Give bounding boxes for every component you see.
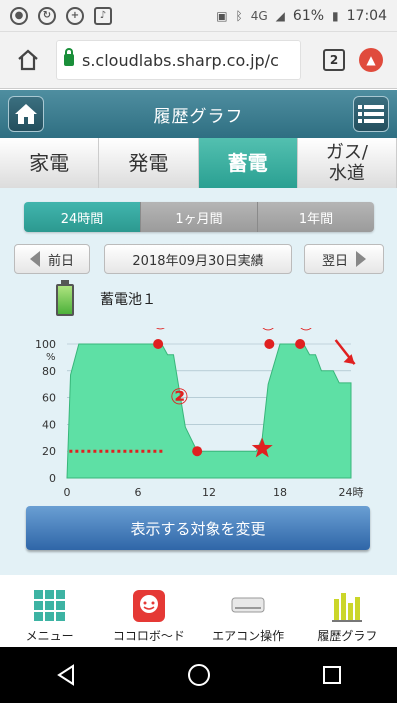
- battery-icon: [56, 280, 74, 316]
- annotation-label: ①: [151, 328, 170, 335]
- y-tick-label: 60: [42, 392, 56, 405]
- nav-aircon[interactable]: エアコン操作: [199, 575, 298, 647]
- annotation-label: ②: [170, 385, 189, 410]
- sync-icon: ↻: [38, 6, 56, 25]
- period-1year[interactable]: 1年間: [258, 202, 374, 232]
- period-selector: 24時間 1ヶ月間 1年間: [24, 202, 374, 232]
- nav-kokoroboard-label: ココロボ～ド: [112, 629, 185, 643]
- grid-menu-icon: [33, 590, 65, 621]
- system-nav-bar: [0, 647, 397, 703]
- system-icons: ▣ ᛒ 4G ◢ 61% ▮ 17:04: [216, 8, 397, 24]
- prev-day-button[interactable]: 前日: [14, 244, 90, 274]
- plus-icon: +: [66, 6, 84, 25]
- home-circle-icon[interactable]: [187, 663, 211, 687]
- y-tick-label: 0: [49, 472, 56, 485]
- x-tick-label: 24時: [339, 486, 364, 498]
- chevron-left-icon: [29, 251, 40, 267]
- home-icon[interactable]: [8, 96, 44, 132]
- url-text: s.cloudlabs.sharp.co.jp/c: [82, 50, 279, 70]
- nav-menu-label: メニュー: [25, 629, 74, 643]
- chevron-right-icon: [356, 251, 366, 267]
- browser-toolbar: s.cloudlabs.sharp.co.jp/c 2 ▲: [0, 32, 397, 89]
- marker-dot: [153, 339, 164, 349]
- tab-generation[interactable]: 発電: [99, 138, 199, 188]
- next-day-button[interactable]: 翌日: [304, 244, 384, 274]
- y-tick-label: 80: [42, 365, 56, 378]
- x-tick-label: 18: [273, 486, 287, 498]
- menu-list-icon[interactable]: [353, 96, 389, 132]
- nav-aircon-label: エアコン操作: [212, 629, 285, 643]
- marker-dot: [295, 339, 306, 349]
- next-day-label: 翌日: [321, 253, 348, 269]
- y-tick-label: 100: [35, 338, 56, 351]
- nav-menu[interactable]: メニュー: [0, 575, 99, 647]
- tab-appliances[interactable]: 家電: [0, 138, 100, 188]
- music-icon: ♪: [94, 6, 112, 25]
- network-type: 4G: [250, 8, 268, 23]
- y-axis-label: %: [46, 352, 56, 363]
- page-title: 履歴グラフ: [153, 106, 244, 127]
- nav-kokoroboard[interactable]: ココロボ～ド: [99, 575, 198, 647]
- lock-icon: [64, 48, 74, 66]
- air-conditioner-icon: [231, 597, 265, 613]
- tab-switcher-button[interactable]: 2: [323, 49, 345, 71]
- record-icon: ●: [10, 6, 28, 25]
- x-tick-label: 12: [202, 486, 216, 498]
- y-tick-label: 40: [42, 418, 56, 431]
- nav-history-graph-label: 履歴グラフ: [317, 629, 378, 643]
- x-tick-label: 0: [64, 486, 71, 498]
- chart-title: 蓄電池１: [100, 292, 156, 308]
- notification-icons: ● ↻ + ♪: [0, 6, 112, 25]
- bar-chart-icon: [332, 593, 363, 622]
- cast-icon: ▣: [216, 8, 228, 23]
- url-bar[interactable]: s.cloudlabs.sharp.co.jp/c: [56, 40, 301, 80]
- app-header: 履歴グラフ: [0, 90, 397, 138]
- period-24h[interactable]: 24時間: [24, 202, 141, 232]
- battery-icon: ▮: [332, 8, 339, 23]
- x-axis-ticks: 0 6 12 18 24時: [64, 486, 364, 498]
- category-tabs: 家電 発電 蓄電 ガス/ 水道: [0, 138, 397, 188]
- signal-icon: ◢: [275, 8, 285, 23]
- prev-day-label: 前日: [47, 253, 74, 269]
- clock: 17:04: [346, 7, 387, 24]
- recents-icon[interactable]: [322, 665, 342, 685]
- nav-history-graph[interactable]: 履歴グラフ: [298, 575, 397, 647]
- kokoroboard-icon: [132, 590, 165, 622]
- change-target-button[interactable]: 表示する対象を変更: [26, 506, 370, 550]
- period-1month[interactable]: 1ヶ月間: [141, 202, 258, 232]
- tab-gas-water[interactable]: ガス/ 水道: [297, 138, 397, 188]
- date-display: 2018年09月30日実績: [104, 244, 292, 274]
- bluetooth-icon: ᛒ: [235, 8, 243, 23]
- marker-dot: [264, 339, 275, 349]
- annotation-label: ③: [259, 328, 278, 336]
- marker-dot: [192, 446, 203, 457]
- graph-panel: 24時間 1ヶ月間 1年間 前日 2018年09月30日実績 翌日 蓄電池１ 1…: [0, 188, 397, 575]
- battery-level: 61%: [292, 7, 325, 24]
- battery-chart: 100 80 60 40 20 0 % 0 6 12 18 24時 ① ② ③ ④: [35, 328, 364, 498]
- browser-home-icon[interactable]: [8, 40, 48, 80]
- x-tick-label: 6: [135, 486, 142, 498]
- y-tick-label: 20: [42, 445, 56, 458]
- browser-menu-icon[interactable]: ▲: [359, 48, 383, 72]
- annotation-label: ④: [297, 328, 316, 336]
- bottom-nav: メニュー ココロボ～ド エアコン操作 履歴グラフ: [0, 575, 397, 647]
- status-bar: ● ↻ + ♪ ▣ ᛒ 4G ◢ 61% ▮ 17:04: [0, 0, 397, 32]
- tab-storage[interactable]: 蓄電: [198, 138, 298, 188]
- back-icon[interactable]: [55, 664, 77, 686]
